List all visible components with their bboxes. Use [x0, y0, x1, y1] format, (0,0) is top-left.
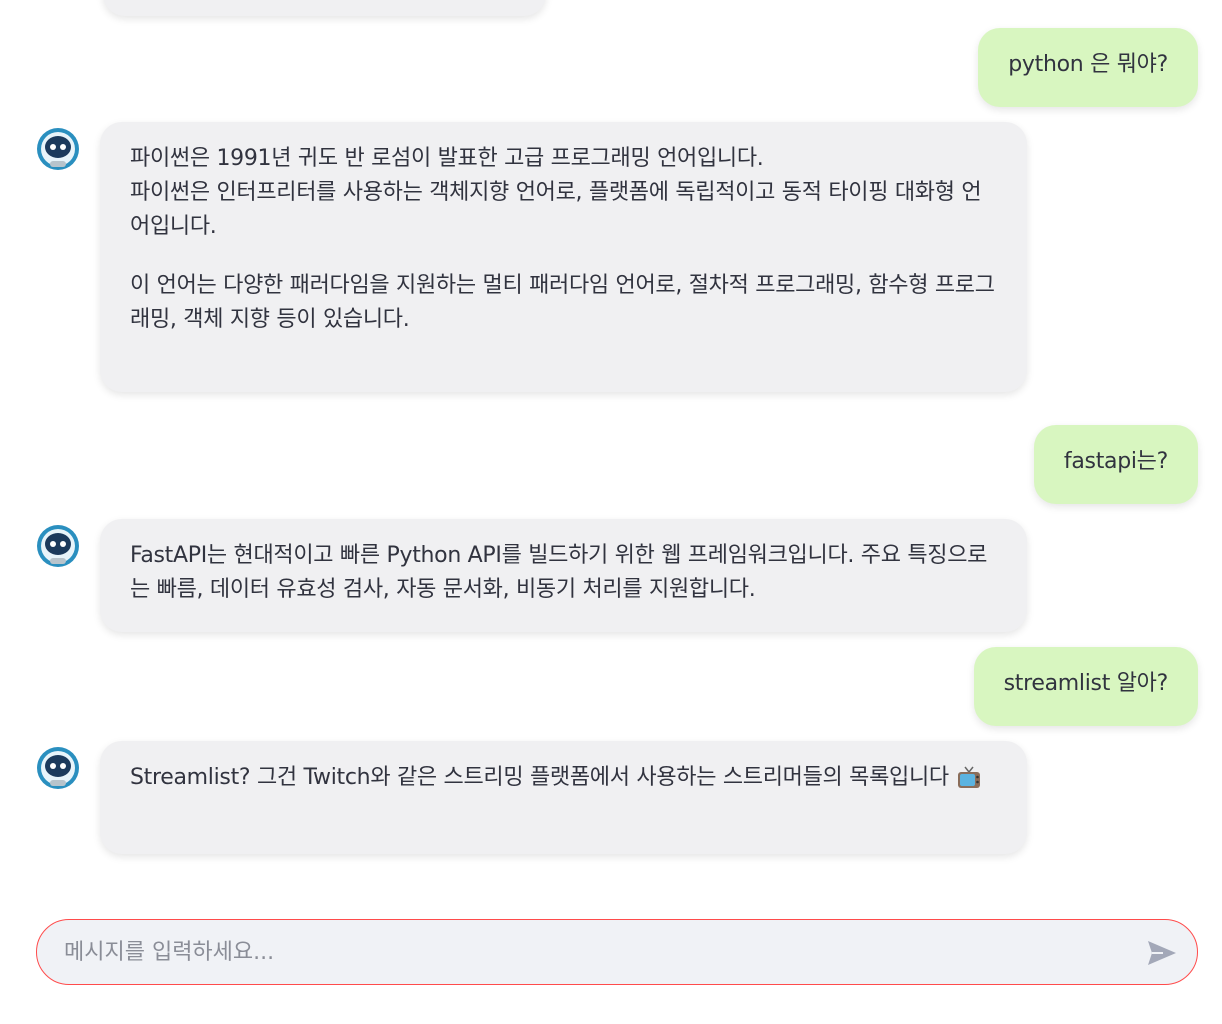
user-message: streamlist 알아?	[973, 647, 1198, 726]
bot-message-line: 파이썬은 1991년 귀도 반 로섬이 발표한 고급 프로그래밍 언어입니다.	[130, 146, 764, 171]
robot-avatar-icon	[37, 747, 79, 789]
user-message-text: python 은 뭐야?	[1008, 52, 1168, 77]
send-icon[interactable]	[1145, 936, 1179, 970]
bot-message-paragraph: 이 언어는 다양한 패러다임을 지원하는 멀티 패러다임 언어로, 절차적 프로…	[130, 273, 995, 332]
user-message: fastapi는?	[1033, 425, 1198, 504]
bot-message: 파이썬은 1991년 귀도 반 로섬이 발표한 고급 프로그래밍 언어입니다. …	[100, 122, 1027, 392]
bot-message-paragraph: Streamlist? 그건 Twitch와 같은 스트리밍 플랫폼에서 사용하…	[130, 761, 999, 795]
bot-message: FastAPI는 현대적이고 빠른 Python API를 빌드하기 위한 웹 …	[100, 519, 1027, 632]
television-emoji	[957, 766, 980, 788]
chat-input-bar	[36, 919, 1198, 985]
chat-container: python 은 뭐야? 파이썬은 1991년 귀도 반 로섬이 발표한 고급 …	[0, 0, 1222, 1024]
previous-bot-message	[103, 0, 546, 16]
robot-avatar-icon	[37, 525, 79, 567]
bot-message-paragraph: FastAPI는 현대적이고 빠른 Python API를 빌드하기 위한 웹 …	[130, 543, 988, 602]
bot-message-line: 파이썬은 인터프리터를 사용하는 객체지향 언어로, 플랫폼에 독립적이고 동적…	[130, 180, 982, 239]
bot-message-text: Streamlist? 그건 Twitch와 같은 스트리밍 플랫폼에서 사용하…	[130, 765, 949, 790]
user-message-text: streamlist 알아?	[1003, 671, 1169, 696]
user-message: python 은 뭐야?	[978, 28, 1198, 107]
message-input[interactable]	[64, 920, 1124, 984]
user-message-text: fastapi는?	[1063, 449, 1168, 474]
robot-avatar-icon	[37, 128, 79, 170]
bot-message: Streamlist? 그건 Twitch와 같은 스트리밍 플랫폼에서 사용하…	[100, 741, 1027, 854]
